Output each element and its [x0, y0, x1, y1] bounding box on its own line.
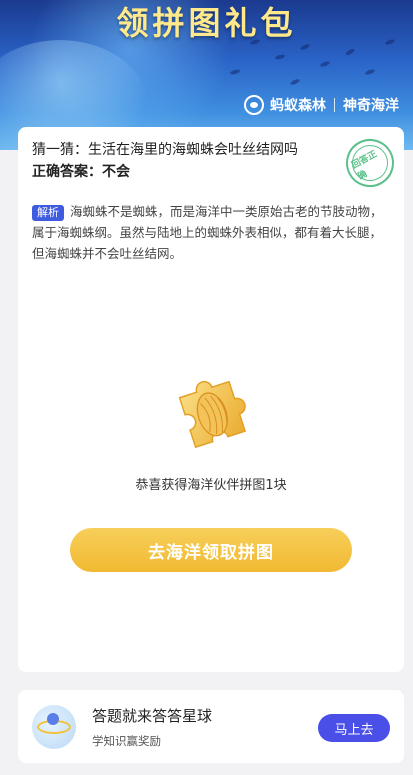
- fish-shape: [274, 53, 286, 61]
- fish-shape: [319, 60, 331, 68]
- brand-divider: [334, 98, 335, 112]
- fish-shape: [344, 47, 356, 57]
- brand-bar: 蚂蚁森林 神奇海洋: [244, 95, 399, 115]
- claim-puzzle-button[interactable]: 去海洋领取拼图: [70, 528, 352, 572]
- fish-shape: [364, 68, 376, 76]
- correct-answer: 正确答案：不会: [32, 164, 130, 180]
- fish-shape: [289, 78, 301, 86]
- promo-subtitle: 学知识赢奖励: [92, 734, 161, 748]
- quiz-question: 猜一猜：生活在海里的海蜘蛛会吐丝结网吗: [32, 142, 298, 158]
- fish-shape: [299, 43, 311, 51]
- quiz-planet-promo[interactable]: 答题就来答答星球 学知识赢奖励 马上去: [18, 690, 404, 763]
- banner-title: 领拼图礼包: [116, 4, 297, 42]
- brand-magic-ocean: 神奇海洋: [343, 98, 399, 114]
- quiz-result-card: 猜一猜：生活在海里的海蜘蛛会吐丝结网吗 正确答案：不会 回答正确 解析 海蜘蛛不是…: [18, 127, 404, 672]
- explanation-tag: 解析: [32, 205, 64, 221]
- planet-icon: [32, 705, 76, 749]
- promo-title: 答题就来答答星球: [92, 707, 213, 725]
- planet-ring: [37, 713, 71, 734]
- go-now-button[interactable]: 马上去: [318, 714, 390, 742]
- brand-ant-forest: 蚂蚁森林: [270, 98, 326, 114]
- puzzle-piece-icon: [178, 380, 247, 449]
- explanation-text: 海蜘蛛不是蜘蛛，而是海洋中一类原始古老的节肢动物，属于海蜘蛛纲。虽然与陆地上的蜘…: [32, 204, 383, 261]
- correct-stamp: 回答正确: [337, 130, 403, 196]
- correct-stamp-text: 回答正确: [345, 138, 395, 188]
- reward-text: 恭喜获得海洋伙伴拼图1块: [135, 478, 287, 493]
- explanation: 解析 海蜘蛛不是蜘蛛，而是海洋中一类原始古老的节肢动物，属于海蜘蛛纲。虽然与陆地上…: [32, 201, 388, 264]
- ant-forest-icon: [244, 95, 264, 115]
